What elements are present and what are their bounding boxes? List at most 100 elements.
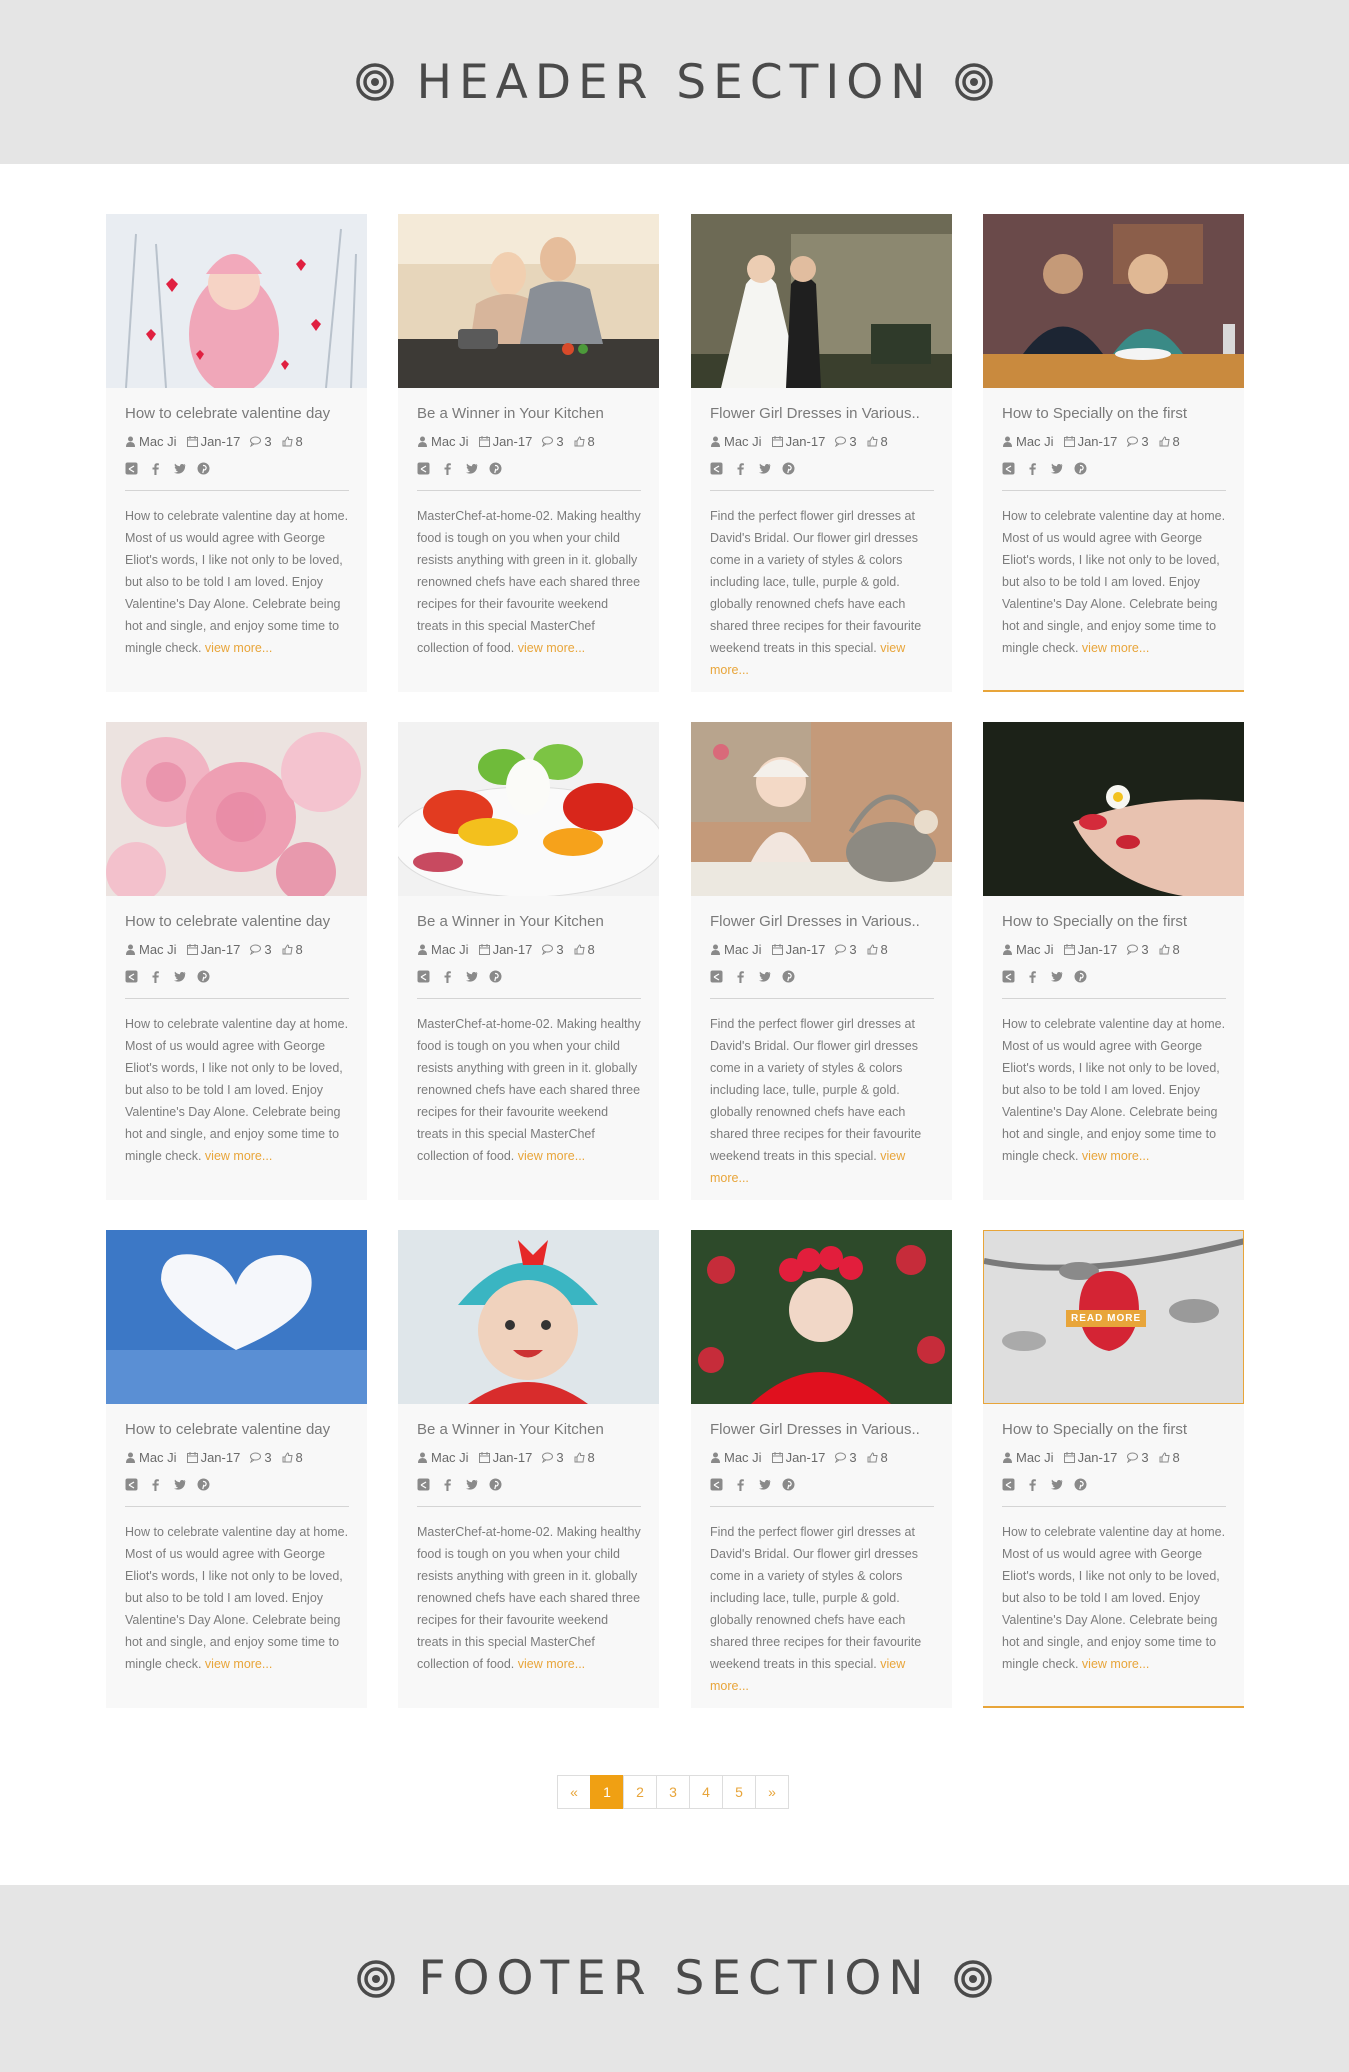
comments-meta[interactable]: 3 <box>835 942 857 957</box>
pinterest-icon[interactable] <box>197 970 210 983</box>
post-image[interactable] <box>106 214 367 388</box>
comments-meta[interactable]: 3 <box>835 434 857 449</box>
pinterest-icon[interactable] <box>489 462 502 475</box>
twitter-icon[interactable] <box>173 462 186 475</box>
page-3-button[interactable]: 3 <box>656 1775 690 1809</box>
comments-meta[interactable]: 3 <box>1127 434 1149 449</box>
likes-meta[interactable]: 8 <box>282 1450 303 1465</box>
likes-meta[interactable]: 8 <box>867 942 888 957</box>
pinterest-icon[interactable] <box>197 462 210 475</box>
post-title[interactable]: How to Specially on the first <box>1002 405 1226 422</box>
author-meta[interactable]: Mac Ji <box>710 942 762 957</box>
share-icon[interactable] <box>710 1478 723 1491</box>
post-title[interactable]: Flower Girl Dresses in Various.. <box>710 405 934 422</box>
facebook-icon[interactable] <box>1026 462 1039 475</box>
facebook-icon[interactable] <box>1026 1478 1039 1491</box>
post-image[interactable] <box>983 214 1244 388</box>
post-image[interactable] <box>106 1230 367 1404</box>
post-card[interactable]: How to celebrate valentine day Mac Ji Ja… <box>106 214 367 692</box>
post-card[interactable]: Flower Girl Dresses in Various.. Mac Ji … <box>691 1230 952 1708</box>
facebook-icon[interactable] <box>734 970 747 983</box>
twitter-icon[interactable] <box>465 1478 478 1491</box>
post-image[interactable] <box>398 214 659 388</box>
post-title[interactable]: Be a Winner in Your Kitchen <box>417 913 641 930</box>
likes-meta[interactable]: 8 <box>574 434 595 449</box>
facebook-icon[interactable] <box>1026 970 1039 983</box>
post-title[interactable]: How to celebrate valentine day <box>125 405 349 422</box>
share-icon[interactable] <box>125 1478 138 1491</box>
view-more-link[interactable]: view more... <box>205 1149 272 1163</box>
share-icon[interactable] <box>1002 970 1015 983</box>
twitter-icon[interactable] <box>1050 462 1063 475</box>
read-more-button[interactable]: READ MORE <box>1066 1310 1147 1327</box>
page-4-button[interactable]: 4 <box>689 1775 723 1809</box>
post-title[interactable]: Flower Girl Dresses in Various.. <box>710 1421 934 1438</box>
post-title[interactable]: Be a Winner in Your Kitchen <box>417 1421 641 1438</box>
author-meta[interactable]: Mac Ji <box>125 434 177 449</box>
likes-meta[interactable]: 8 <box>1159 434 1180 449</box>
view-more-link[interactable]: view more... <box>518 1657 585 1671</box>
post-title[interactable]: Be a Winner in Your Kitchen <box>417 405 641 422</box>
share-icon[interactable] <box>710 462 723 475</box>
prev-page-button[interactable]: « <box>557 1775 591 1809</box>
pinterest-icon[interactable] <box>197 1478 210 1491</box>
post-image[interactable] <box>398 1230 659 1404</box>
view-more-link[interactable]: view more... <box>518 641 585 655</box>
author-meta[interactable]: Mac Ji <box>417 1450 469 1465</box>
comments-meta[interactable]: 3 <box>250 942 272 957</box>
page-2-button[interactable]: 2 <box>623 1775 657 1809</box>
facebook-icon[interactable] <box>149 970 162 983</box>
author-meta[interactable]: Mac Ji <box>1002 942 1054 957</box>
page-5-button[interactable]: 5 <box>722 1775 756 1809</box>
post-title[interactable]: Flower Girl Dresses in Various.. <box>710 913 934 930</box>
view-more-link[interactable]: view more... <box>205 1657 272 1671</box>
pinterest-icon[interactable] <box>1074 462 1087 475</box>
post-image[interactable] <box>691 214 952 388</box>
view-more-link[interactable]: view more... <box>518 1149 585 1163</box>
view-more-link[interactable]: view more... <box>1082 1657 1149 1671</box>
share-icon[interactable] <box>417 462 430 475</box>
post-card[interactable]: How to Specially on the first Mac Ji Jan… <box>983 722 1244 1200</box>
author-meta[interactable]: Mac Ji <box>417 942 469 957</box>
likes-meta[interactable]: 8 <box>282 434 303 449</box>
share-icon[interactable] <box>417 970 430 983</box>
pinterest-icon[interactable] <box>1074 1478 1087 1491</box>
twitter-icon[interactable] <box>173 970 186 983</box>
twitter-icon[interactable] <box>758 970 771 983</box>
pinterest-icon[interactable] <box>489 970 502 983</box>
pinterest-icon[interactable] <box>782 462 795 475</box>
pinterest-icon[interactable] <box>1074 970 1087 983</box>
share-icon[interactable] <box>125 970 138 983</box>
author-meta[interactable]: Mac Ji <box>125 942 177 957</box>
post-card[interactable]: How to celebrate valentine day Mac Ji Ja… <box>106 722 367 1200</box>
comments-meta[interactable]: 3 <box>542 1450 564 1465</box>
post-card[interactable]: Flower Girl Dresses in Various.. Mac Ji … <box>691 214 952 692</box>
view-more-link[interactable]: view more... <box>1082 1149 1149 1163</box>
likes-meta[interactable]: 8 <box>867 434 888 449</box>
author-meta[interactable]: Mac Ji <box>1002 434 1054 449</box>
twitter-icon[interactable] <box>1050 1478 1063 1491</box>
twitter-icon[interactable] <box>465 970 478 983</box>
twitter-icon[interactable] <box>173 1478 186 1491</box>
comments-meta[interactable]: 3 <box>250 1450 272 1465</box>
post-title[interactable]: How to Specially on the first <box>1002 913 1226 930</box>
author-meta[interactable]: Mac Ji <box>710 1450 762 1465</box>
facebook-icon[interactable] <box>441 462 454 475</box>
facebook-icon[interactable] <box>149 1478 162 1491</box>
comments-meta[interactable]: 3 <box>1127 942 1149 957</box>
likes-meta[interactable]: 8 <box>574 1450 595 1465</box>
twitter-icon[interactable] <box>758 462 771 475</box>
likes-meta[interactable]: 8 <box>1159 942 1180 957</box>
post-card[interactable]: How to celebrate valentine day Mac Ji Ja… <box>106 1230 367 1708</box>
twitter-icon[interactable] <box>465 462 478 475</box>
comments-meta[interactable]: 3 <box>542 942 564 957</box>
facebook-icon[interactable] <box>441 1478 454 1491</box>
facebook-icon[interactable] <box>149 462 162 475</box>
post-image[interactable] <box>691 1230 952 1404</box>
author-meta[interactable]: Mac Ji <box>1002 1450 1054 1465</box>
post-card[interactable]: Be a Winner in Your Kitchen Mac Ji Jan-1… <box>398 214 659 692</box>
pinterest-icon[interactable] <box>782 970 795 983</box>
share-icon[interactable] <box>1002 1478 1015 1491</box>
page-1-button[interactable]: 1 <box>590 1775 624 1809</box>
share-icon[interactable] <box>710 970 723 983</box>
